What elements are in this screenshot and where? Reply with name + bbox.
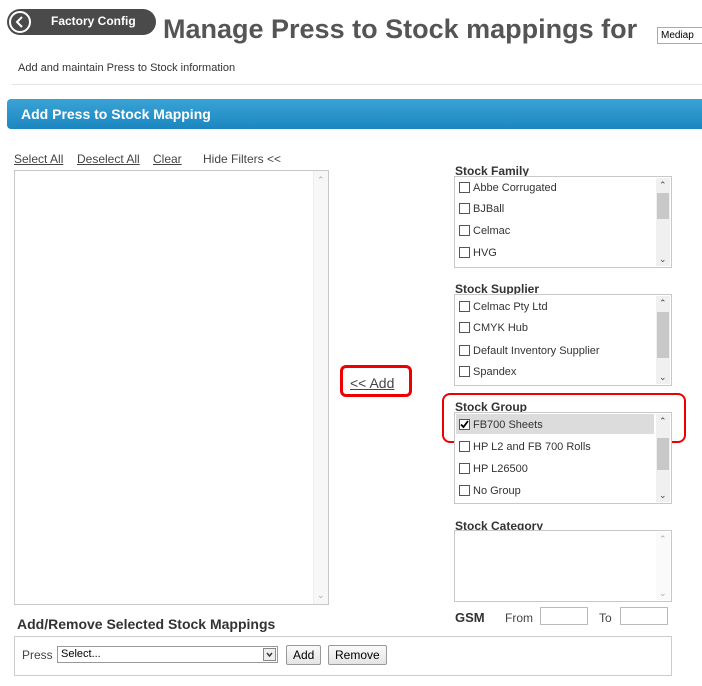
stock-supplier-item[interactable]: CMYK Hub (459, 322, 528, 342)
gsm-label: GSM (455, 610, 485, 625)
stock-family-list[interactable]: Abbe Corrugated BJBall Celmac HVG ⌃ ⌄ (454, 176, 672, 268)
gsm-from-input[interactable] (540, 607, 588, 625)
stock-family-item[interactable]: BJBall (459, 203, 504, 223)
checkbox[interactable] (459, 366, 470, 377)
press-label: Press (22, 648, 53, 662)
stock-category-scrollbar[interactable]: ⌃ ⌄ (656, 532, 670, 600)
stock-supplier-item[interactable]: Default Inventory Supplier (459, 345, 600, 365)
scroll-up-icon[interactable]: ⌃ (317, 175, 325, 185)
stock-family-scrollbar[interactable]: ⌃ ⌄ (656, 178, 670, 266)
checkbox[interactable] (459, 301, 470, 312)
stock-group-item[interactable]: No Group (459, 485, 521, 503)
stock-group-item[interactable]: FB700 Sheets (459, 419, 543, 439)
stock-supplier-scrollbar[interactable]: ⌃ ⌄ (656, 296, 670, 384)
scroll-thumb[interactable] (657, 312, 669, 358)
add-mapping-link[interactable]: << Add (350, 375, 394, 391)
header-divider (12, 84, 702, 85)
scroll-down-icon[interactable]: ⌄ (659, 490, 667, 500)
back-arrow-icon (9, 11, 31, 33)
stock-category-list[interactable]: ⌃ ⌄ (454, 530, 672, 602)
stock-family-item[interactable]: Celmac (459, 225, 510, 245)
checkbox-checked[interactable] (459, 419, 470, 430)
chevron-down-icon[interactable] (263, 648, 276, 661)
stock-group-scrollbar[interactable]: ⌃ ⌄ (656, 414, 670, 502)
select-all-link[interactable]: Select All (14, 152, 63, 166)
scroll-up-icon[interactable]: ⌃ (659, 298, 667, 308)
gsm-to-label: To (599, 611, 612, 625)
gsm-to-input[interactable] (620, 607, 668, 625)
checkbox[interactable] (459, 345, 470, 356)
scroll-down-icon[interactable]: ⌄ (659, 588, 667, 598)
stock-group-item[interactable]: HP L26500 (459, 463, 528, 483)
page-title: Manage Press to Stock mappings for (163, 14, 638, 44)
scroll-down-icon[interactable]: ⌄ (659, 254, 667, 264)
stock-supplier-item[interactable]: Spandex (459, 366, 516, 385)
scroll-down-icon[interactable]: ⌄ (659, 372, 667, 382)
section-header: Add Press to Stock Mapping (7, 99, 702, 129)
gsm-from-label: From (505, 611, 533, 625)
add-button[interactable]: Add (286, 645, 322, 665)
press-select[interactable]: Select... (57, 646, 278, 663)
stock-results-list[interactable]: ⌃ ⌄ (14, 170, 329, 605)
clear-link[interactable]: Clear (153, 152, 182, 166)
back-button-label: Factory Config (51, 14, 136, 28)
remove-button[interactable]: Remove (328, 645, 387, 665)
dealer-select[interactable]: Mediap (657, 27, 702, 44)
scroll-thumb[interactable] (657, 193, 669, 219)
stock-group-list[interactable]: FB700 Sheets HP L2 and FB 700 Rolls HP L… (454, 412, 672, 504)
checkbox[interactable] (459, 463, 470, 474)
hide-filters-link[interactable]: Hide Filters << (203, 152, 281, 166)
stock-family-item[interactable]: Abbe Corrugated (459, 182, 557, 202)
checkbox[interactable] (459, 225, 470, 236)
checkbox[interactable] (459, 322, 470, 333)
stock-group-item[interactable]: HP L2 and FB 700 Rolls (459, 441, 591, 461)
checkbox[interactable] (459, 485, 470, 496)
stock-supplier-item[interactable]: Celmac Pty Ltd (459, 301, 548, 321)
section-title: Add Press to Stock Mapping (21, 106, 211, 122)
press-select-value: Select... (61, 648, 101, 660)
scroll-thumb[interactable] (657, 438, 669, 470)
checkbox[interactable] (459, 203, 470, 214)
stock-family-item[interactable]: HVG (459, 247, 497, 267)
checkbox[interactable] (459, 182, 470, 193)
checkbox[interactable] (459, 441, 470, 452)
stock-supplier-list[interactable]: Celmac Pty Ltd CMYK Hub Default Inventor… (454, 294, 672, 386)
deselect-all-link[interactable]: Deselect All (77, 152, 140, 166)
scroll-up-icon[interactable]: ⌃ (659, 534, 667, 544)
stock-results-scrollbar[interactable]: ⌃ ⌄ (313, 171, 328, 604)
add-remove-title: Add/Remove Selected Stock Mappings (17, 616, 276, 632)
scroll-up-icon[interactable]: ⌃ (659, 416, 667, 426)
page-subtitle: Add and maintain Press to Stock informat… (18, 62, 236, 74)
scroll-up-icon[interactable]: ⌃ (659, 180, 667, 190)
checkbox[interactable] (459, 247, 470, 258)
factory-config-back-button[interactable]: Factory Config (7, 9, 156, 35)
scroll-down-icon[interactable]: ⌄ (317, 590, 325, 600)
